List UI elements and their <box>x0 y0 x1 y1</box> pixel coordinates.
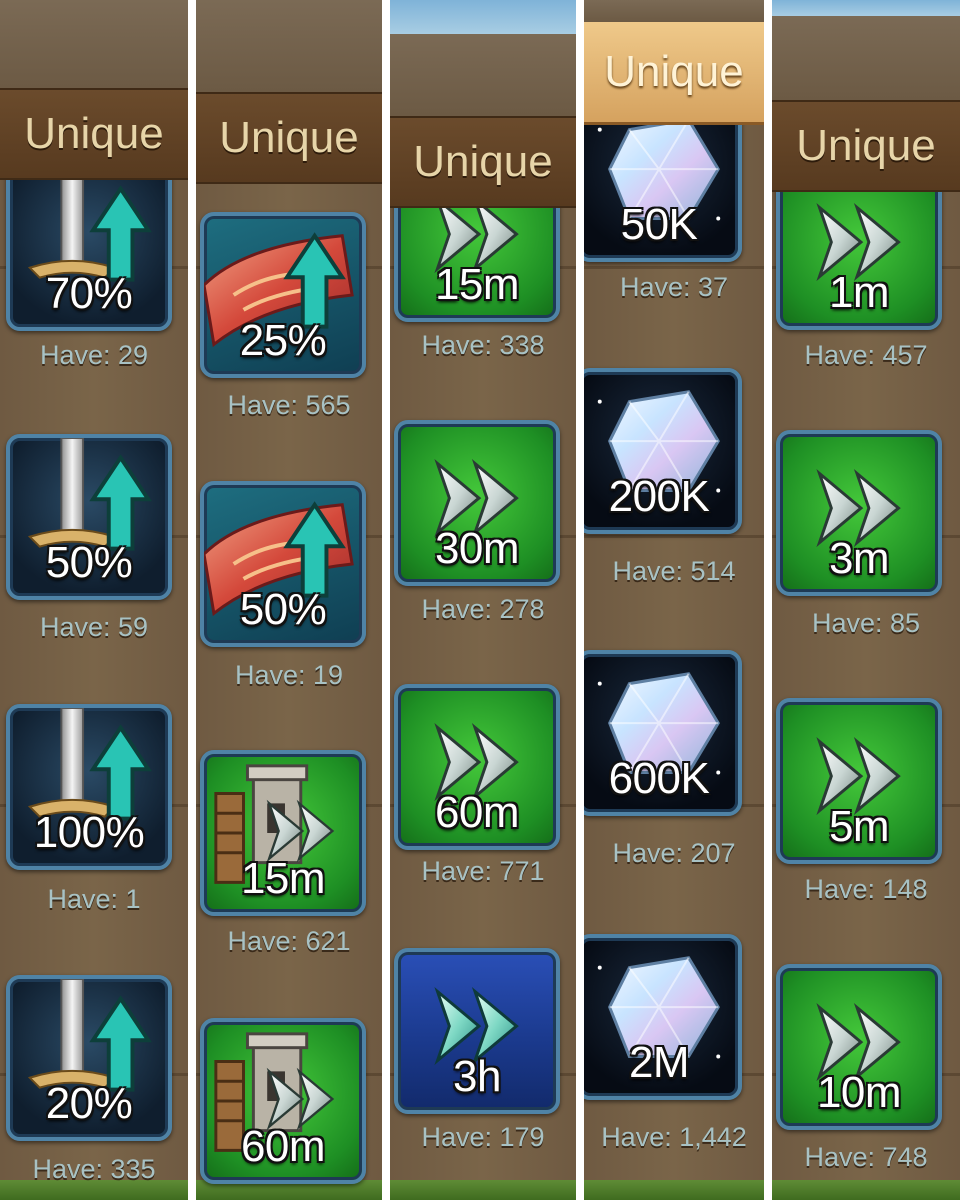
speedup-item-tile[interactable]: 5m <box>776 698 942 864</box>
sky-strip <box>390 0 576 34</box>
have-count: Have: 1,442 <box>601 1122 747 1152</box>
item-amount: 3h <box>453 1052 501 1101</box>
gem-item-tile[interactable]: 600K <box>584 650 742 816</box>
have-count: Have: 621 <box>227 926 351 956</box>
item-amount: 200K <box>608 472 710 521</box>
item-amount: 15m <box>240 854 326 903</box>
speedup-item-tile[interactable]: 30m <box>394 420 560 586</box>
banner-item-tile[interactable]: 25% <box>200 212 366 378</box>
column-sword-upgrades: Unique 70% Have: 29 50% Have: 59 100% Ha… <box>0 0 188 1200</box>
column-separator <box>188 0 196 1200</box>
banner-item-tile[interactable]: 50% <box>200 481 366 647</box>
have-count: Have: 514 <box>612 556 736 586</box>
have-count: Have: 771 <box>421 856 545 886</box>
have-count: Have: 207 <box>612 838 736 868</box>
item-amount: 600K <box>608 754 710 803</box>
wood-band <box>0 0 188 88</box>
item-amount: 60m <box>434 788 520 837</box>
have-count: Have: 748 <box>804 1142 928 1172</box>
column-separator <box>764 0 772 1200</box>
have-count: Have: 565 <box>227 390 351 420</box>
unique-header: Unique <box>772 100 960 192</box>
have-count: Have: 335 <box>32 1154 156 1184</box>
column-speedups: Unique 15m Have: 338 30m Have: 278 60m H… <box>390 0 576 1200</box>
item-amount: 60m <box>240 1122 326 1171</box>
sky-strip <box>772 0 960 16</box>
item-amount: 15m <box>434 260 520 309</box>
item-amount: 3m <box>828 534 890 583</box>
sword-item-tile[interactable]: 20% <box>6 975 172 1141</box>
have-count: Have: 19 <box>234 660 344 690</box>
item-amount: 70% <box>45 269 133 318</box>
unique-header: Unique <box>0 88 188 180</box>
speedup-item-tile[interactable]: 3m <box>776 430 942 596</box>
unique-header: Unique <box>390 116 576 208</box>
have-count: Have: 37 <box>619 272 729 302</box>
column-gems: Unique 50K Have: 37 200K Have: 514 600K … <box>584 0 764 1200</box>
wood-band <box>584 0 764 22</box>
wood-band <box>390 34 576 116</box>
column-banner-castle: Unique 25% Have: 565 50% Have: 19 15m Ha… <box>196 0 382 1200</box>
grass-strip <box>772 1180 960 1200</box>
item-amount: 50K <box>620 200 698 249</box>
grass-strip <box>390 1180 576 1200</box>
have-count: Have: 179 <box>421 1122 545 1152</box>
have-count: Have: 29 <box>39 340 149 370</box>
have-count: Have: 148 <box>804 874 928 904</box>
sword-item-tile[interactable]: 100% <box>6 704 172 870</box>
have-count: Have: 457 <box>804 340 928 370</box>
castle-speedup-tile[interactable]: 60m <box>200 1018 366 1184</box>
have-count: Have: 59 <box>39 612 149 642</box>
item-amount: 1m <box>828 268 890 317</box>
sword-item-tile[interactable]: 70% <box>6 165 172 331</box>
item-amount: 5m <box>828 802 890 851</box>
item-amount: 100% <box>33 808 145 857</box>
have-count: Have: 85 <box>811 608 921 638</box>
item-amount: 50% <box>45 538 133 587</box>
speedup-item-tile[interactable]: 10m <box>776 964 942 1130</box>
item-amount: 25% <box>239 316 327 365</box>
have-count: Have: 338 <box>421 330 545 360</box>
castle-speedup-tile[interactable]: 15m <box>200 750 366 916</box>
unique-header: Unique <box>584 22 764 125</box>
wood-band <box>196 0 382 92</box>
have-count: Have: 1 <box>47 884 141 914</box>
column-separator <box>576 0 584 1200</box>
item-amount: 10m <box>816 1068 902 1117</box>
column-speedups-small: Unique 1m Have: 457 3m Have: 85 5m Have:… <box>772 0 960 1200</box>
gem-item-tile[interactable]: 200K <box>584 368 742 534</box>
item-amount: 2M <box>628 1038 690 1087</box>
speedup-item-tile[interactable]: 3h <box>394 948 560 1114</box>
unique-header: Unique <box>196 92 382 184</box>
grass-strip <box>584 1180 764 1200</box>
column-separator <box>382 0 390 1200</box>
item-amount: 20% <box>45 1079 133 1128</box>
item-amount: 50% <box>239 585 327 634</box>
wood-band <box>772 16 960 100</box>
gem-item-tile[interactable]: 2M <box>584 934 742 1100</box>
have-count: Have: 278 <box>421 594 545 624</box>
item-amount: 30m <box>434 524 520 573</box>
speedup-item-tile[interactable]: 60m <box>394 684 560 850</box>
sword-item-tile[interactable]: 50% <box>6 434 172 600</box>
